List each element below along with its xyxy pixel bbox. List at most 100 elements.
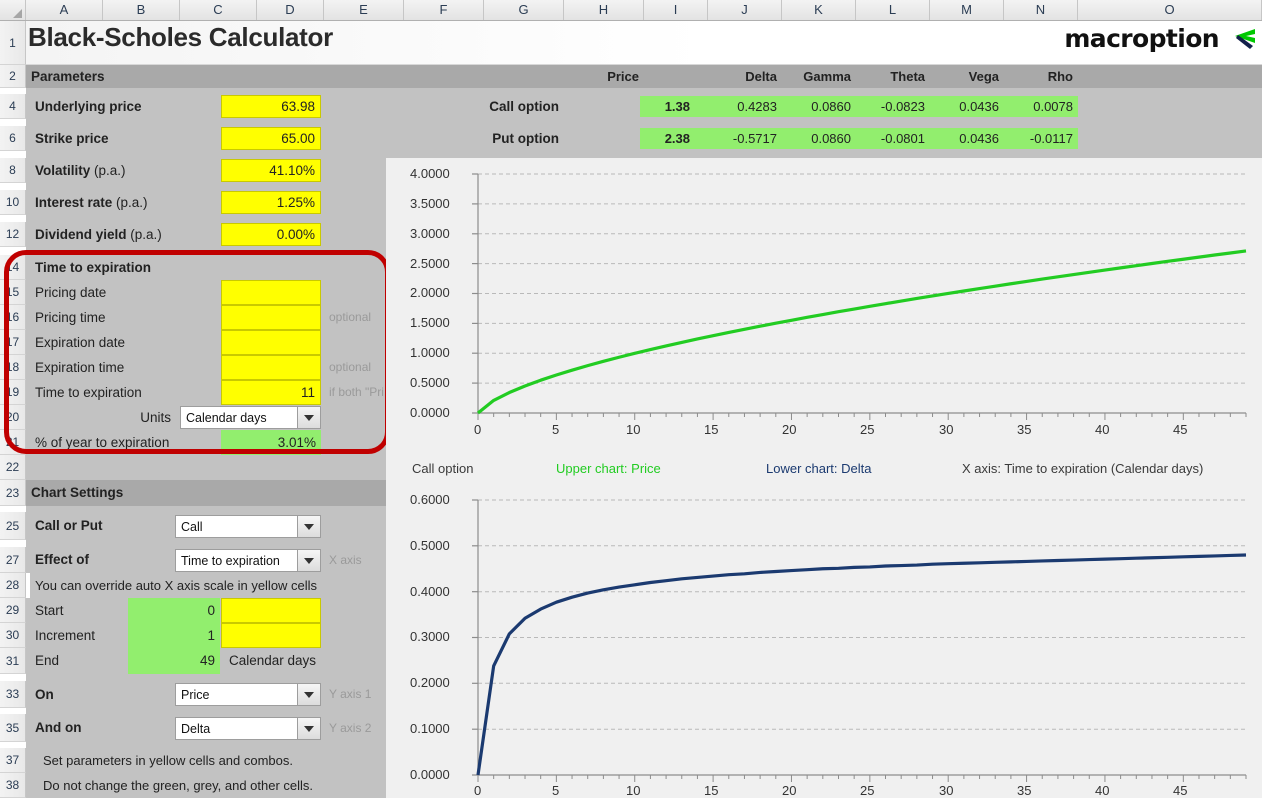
start-label: Start	[35, 603, 64, 618]
increment-override-input[interactable]	[221, 623, 321, 648]
upper-chart: 4.0000 3.5000 3.0000 2.5000 2.0000 1.500…	[386, 158, 1262, 456]
parameters-section-header: Parameters	[26, 65, 386, 88]
chevron-down-icon[interactable]	[297, 684, 320, 705]
row-header-23[interactable]: 23	[0, 480, 26, 506]
row-header-2[interactable]: 2	[0, 65, 26, 88]
column-header-O[interactable]: O	[1078, 0, 1262, 20]
row-header-1[interactable]: 1	[0, 21, 26, 65]
row-header-19[interactable]: 19	[0, 380, 26, 405]
expiration-time-input[interactable]	[221, 355, 321, 380]
column-header-J[interactable]: J	[708, 0, 782, 20]
upper-chart-gridlines	[478, 173, 1246, 384]
on-combobox[interactable]: Price	[175, 683, 321, 706]
upper-chart-x-ticks	[477, 413, 1247, 420]
lower-x-label-35: 35	[1017, 783, 1032, 798]
greeks-header-rho: Rho	[1004, 65, 1078, 88]
row-header-29[interactable]: 29	[0, 598, 26, 623]
column-header-L[interactable]: L	[856, 0, 930, 20]
macroption-arrow-icon	[1235, 29, 1255, 49]
greeks-call-delta: 0.4283	[708, 96, 782, 117]
row-header-8[interactable]: 8	[0, 158, 26, 183]
greeks-row-put-label: Put option	[492, 131, 559, 146]
column-header-bar: A B C D E F G H I J K L M N O	[0, 0, 1262, 21]
chevron-down-icon[interactable]	[297, 516, 320, 537]
greeks-put-theta: -0.0801	[856, 128, 930, 149]
chevron-down-icon[interactable]	[297, 407, 320, 428]
call-or-put-combobox[interactable]: Call	[175, 515, 321, 538]
row-header-35[interactable]: 35	[0, 714, 26, 742]
row-header-6[interactable]: 6	[0, 126, 26, 151]
row-header-17[interactable]: 17	[0, 330, 26, 355]
interest-rate-input[interactable]: 1.25%	[221, 191, 321, 214]
column-header-C[interactable]: C	[180, 0, 257, 20]
column-header-H[interactable]: H	[564, 0, 644, 20]
column-header-E[interactable]: E	[324, 0, 404, 20]
row-header-30[interactable]: 30	[0, 623, 26, 648]
row-header-31[interactable]: 31	[0, 648, 26, 674]
column-header-I[interactable]: I	[644, 0, 708, 20]
pricing-time-hint: optional	[329, 310, 372, 324]
upper-y-label-0: 0.0000	[410, 405, 450, 420]
row-header-18[interactable]: 18	[0, 355, 26, 380]
row-header-27[interactable]: 27	[0, 547, 26, 573]
row-header-33[interactable]: 33	[0, 681, 26, 708]
greeks-row-call-label: Call option	[489, 99, 559, 114]
greeks-put-vega: 0.0436	[930, 128, 1004, 149]
on-label: On	[35, 687, 54, 702]
column-header-D[interactable]: D	[257, 0, 324, 20]
volatility-label: Volatility (p.a.)	[30, 158, 220, 183]
upper-x-label-5: 5	[552, 422, 560, 437]
row-header-22[interactable]: 22	[0, 455, 26, 480]
volatility-input[interactable]: 41.10%	[221, 159, 321, 182]
time-to-expiration-hint: if both "Pri	[329, 385, 384, 399]
lower-chart-x-ticks	[477, 775, 1247, 782]
expiration-date-label: Expiration date	[35, 335, 126, 350]
chevron-down-icon[interactable]	[297, 718, 320, 739]
dividend-yield-input[interactable]: 0.00%	[221, 223, 321, 246]
greeks-header-theta: Theta	[856, 65, 930, 88]
row-header-21[interactable]: 21	[0, 430, 26, 455]
column-header-N[interactable]: N	[1004, 0, 1078, 20]
effect-of-combobox[interactable]: Time to expiration	[175, 549, 321, 572]
column-header-F[interactable]: F	[404, 0, 484, 20]
upper-x-label-15: 15	[704, 422, 719, 437]
chevron-down-icon[interactable]	[297, 550, 320, 571]
column-header-M[interactable]: M	[930, 0, 1004, 20]
expiration-date-input[interactable]	[221, 330, 321, 355]
upper-y-label-25: 2.5000	[410, 256, 450, 271]
note-set-parameters: Set parameters in yellow cells and combo…	[43, 753, 294, 768]
row-header-28[interactable]: 28	[0, 573, 26, 598]
row-header-4[interactable]: 4	[0, 94, 26, 119]
row-header-25[interactable]: 25	[0, 512, 26, 540]
row-header-37[interactable]: 37	[0, 748, 26, 773]
underlying-price-input[interactable]: 63.98	[221, 95, 321, 118]
greeks-header-price: Price	[564, 65, 644, 88]
greeks-header-delta: Delta	[708, 65, 782, 88]
row-header-12[interactable]: 12	[0, 222, 26, 247]
time-to-expiration-input[interactable]: 11	[221, 380, 321, 405]
row-header-20[interactable]: 20	[0, 405, 26, 430]
lower-x-label-20: 20	[782, 783, 797, 798]
column-header-K[interactable]: K	[782, 0, 856, 20]
and-on-combobox-value: Delta	[181, 721, 211, 736]
select-all-corner[interactable]	[0, 0, 26, 20]
pricing-date-input[interactable]	[221, 280, 321, 305]
column-header-B[interactable]: B	[103, 0, 180, 20]
start-override-input[interactable]	[221, 598, 321, 623]
row-header-15[interactable]: 15	[0, 280, 26, 305]
pricing-time-input[interactable]	[221, 305, 321, 330]
row-header-14[interactable]: 14	[0, 255, 26, 280]
lower-x-label-25: 25	[860, 783, 875, 798]
pricing-time-label: Pricing time	[35, 310, 106, 325]
column-header-A[interactable]: A	[26, 0, 103, 20]
and-on-combobox[interactable]: Delta	[175, 717, 321, 740]
column-header-G[interactable]: G	[484, 0, 564, 20]
row-header-10[interactable]: 10	[0, 190, 26, 215]
greeks-call-vega: 0.0436	[930, 96, 1004, 117]
units-combobox[interactable]: Calendar days	[180, 406, 321, 429]
row-header-38[interactable]: 38	[0, 773, 26, 798]
row-header-16[interactable]: 16	[0, 305, 26, 330]
greeks-header-vega: Vega	[930, 65, 1004, 88]
strike-price-input[interactable]: 65.00	[221, 127, 321, 150]
upper-y-label-3: 3.0000	[410, 226, 450, 241]
